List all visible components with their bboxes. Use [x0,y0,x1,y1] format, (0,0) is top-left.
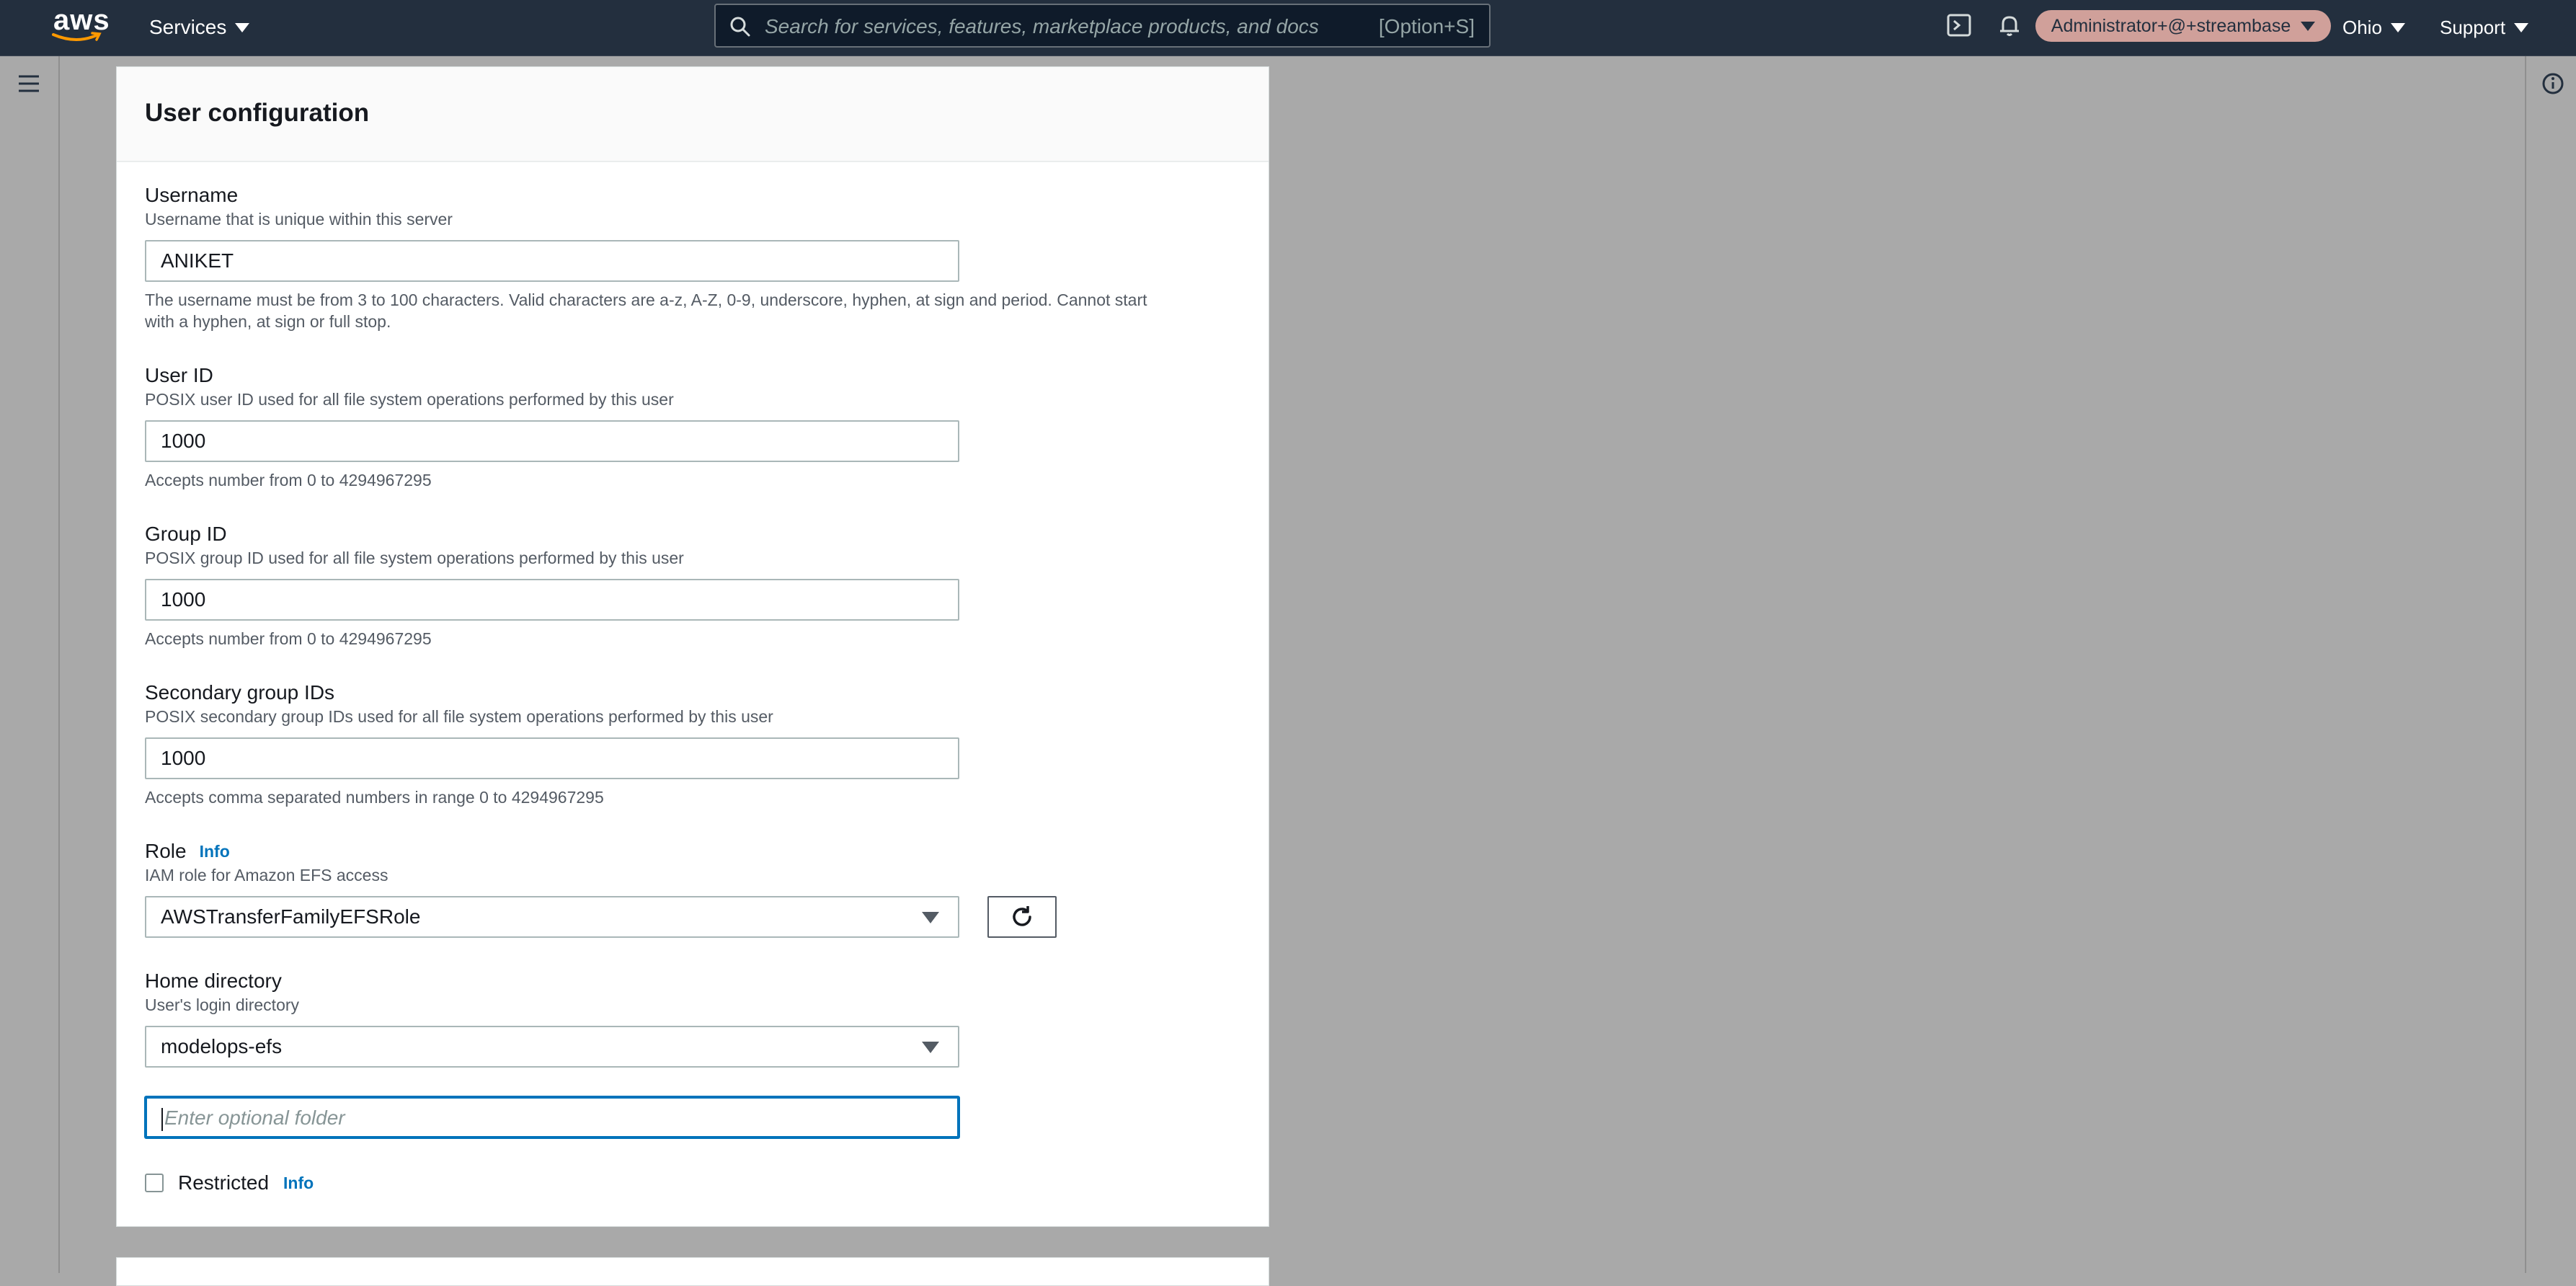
home-directory-field: Home directory User's login directory [145,970,299,1015]
text-cursor [161,1107,163,1131]
search-placeholder: Search for services, features, marketpla… [765,15,1319,37]
top-navigation-bar: aws Services Search for services, featur… [0,0,2576,56]
user-configuration-panel: User configuration Username Username tha… [116,66,1269,1227]
restricted-row: Restricted Info [145,1171,314,1194]
secondary-group-ids-constraint: Accepts comma separated numbers in range… [145,788,604,807]
region-label: Ohio [2342,16,2382,38]
restricted-checkbox[interactable] [145,1174,164,1192]
username-description: Username that is unique within this serv… [145,210,453,229]
refresh-icon [1013,906,1031,926]
optional-folder-input[interactable]: Enter optional folder [145,1096,959,1138]
refresh-roles-button[interactable] [987,896,1057,938]
secondary-group-ids-value: 1000 [161,747,206,769]
secondary-group-ids-field: Secondary group IDs POSIX secondary grou… [145,681,773,727]
role-select[interactable]: AWSTransferFamilyEFSRole [145,896,959,938]
username-label: Username [145,184,239,206]
services-menu-button[interactable]: Services [149,13,250,42]
caret-down-icon [2301,21,2316,31]
user-id-input[interactable]: 1000 [145,420,959,462]
username-input[interactable]: ANIKET [145,240,959,282]
right-tools-rail [2525,56,2576,1273]
username-constraint-line2: with a hyphen, at sign or full stop. [145,312,391,331]
account-menu-button[interactable]: Administrator+@+streambase [2035,10,2331,42]
search-shortcut-hint: [Option+S] [1378,15,1475,37]
account-label: Administrator+@+streambase [2051,15,2291,36]
caret-down-icon [2514,22,2529,32]
secondary-group-ids-description: POSIX secondary group IDs used for all f… [145,707,773,726]
user-id-label: User ID [145,364,213,386]
group-id-field: Group ID POSIX group ID used for all fil… [145,523,684,568]
restricted-info-link[interactable]: Info [283,1174,314,1193]
group-id-value: 1000 [161,588,206,611]
notifications-bell-icon[interactable] [1997,12,2022,38]
hamburger-menu-icon[interactable] [17,72,40,95]
username-value: ANIKET [161,249,234,272]
user-id-field: User ID POSIX user ID used for all file … [145,364,674,409]
support-label: Support [2440,16,2506,38]
next-section-panel [116,1257,1269,1286]
caret-down-icon [2390,22,2405,32]
username-field: Username Username that is unique within … [145,184,453,229]
home-directory-description: User's login directory [145,995,300,1014]
role-selected-value: AWSTransferFamilyEFSRole [161,905,421,928]
group-id-description: POSIX group ID used for all file system … [145,549,684,567]
aws-smile-icon [52,32,102,41]
caret-down-icon [922,1042,939,1053]
secondary-group-ids-label: Secondary group IDs [145,681,335,704]
caret-down-icon [922,912,939,923]
optional-folder-placeholder: Enter optional folder [164,1107,345,1129]
search-icon [730,17,750,37]
home-directory-label: Home directory [145,970,282,992]
group-id-constraint: Accepts number from 0 to 4294967295 [145,629,432,648]
username-constraint-line1: The username must be from 3 to 100 chara… [145,291,1147,309]
username-constraint: The username must be from 3 to 100 chara… [145,289,1240,332]
cloudshell-icon[interactable] [1946,12,1972,38]
role-field: Role Info IAM role for Amazon EFS access [145,840,388,885]
user-id-constraint: Accepts number from 0 to 4294967295 [145,471,432,489]
role-label: Role [145,840,187,862]
info-circle-icon[interactable] [2541,72,2564,95]
aws-logo[interactable]: aws [52,4,110,45]
caret-down-icon [235,22,250,32]
restricted-label[interactable]: Restricted [178,1171,269,1194]
left-navigation-rail [0,56,60,1273]
group-id-label: Group ID [145,523,227,545]
role-info-link[interactable]: Info [200,842,230,861]
panel-title: User configuration [145,99,370,127]
home-directory-selected-value: modelops-efs [161,1035,283,1057]
panel-header: User configuration [117,67,1269,162]
user-id-description: POSIX user ID used for all file system o… [145,390,674,409]
group-id-input[interactable]: 1000 [145,579,959,621]
home-directory-select[interactable]: modelops-efs [145,1026,959,1068]
user-id-value: 1000 [161,430,206,452]
region-menu-button[interactable]: Ohio [2342,13,2405,42]
services-label: Services [149,16,227,38]
support-menu-button[interactable]: Support [2440,13,2529,42]
secondary-group-ids-input[interactable]: 1000 [145,737,959,779]
role-description: IAM role for Amazon EFS access [145,866,388,884]
global-search-input[interactable]: Search for services, features, marketpla… [714,4,1491,48]
